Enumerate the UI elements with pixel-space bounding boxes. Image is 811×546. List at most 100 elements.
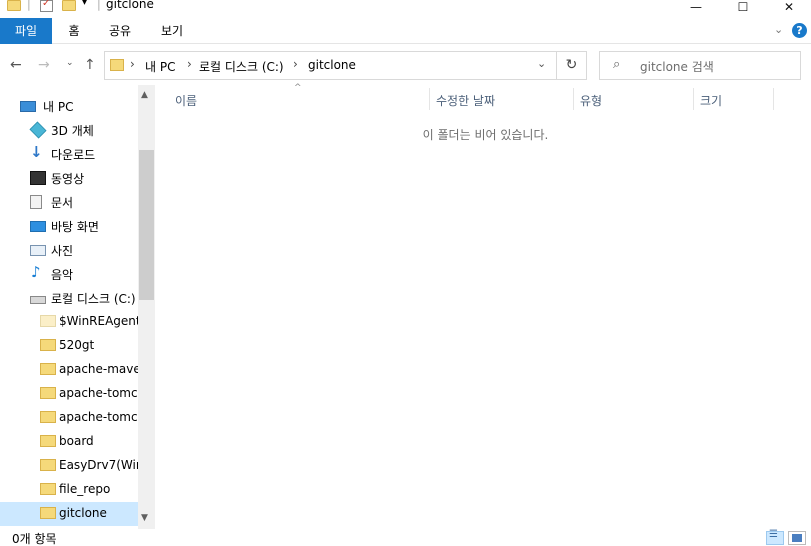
sidebar-item-label: 내 PC (43, 100, 74, 114)
sidebar-item-label: 다운로드 (51, 148, 96, 162)
folder-icon (40, 411, 56, 423)
column-date-modified[interactable]: 수정한 날짜 (430, 85, 572, 111)
scroll-thumb[interactable] (139, 150, 154, 300)
folder-icon (40, 363, 56, 375)
chevron-down-icon[interactable]: ⌄ (537, 57, 546, 70)
scroll-down-arrow[interactable]: ▼ (141, 513, 148, 523)
sidebar-item[interactable]: EasyDrv7(Win1 (0, 454, 138, 478)
title-bar: | ✓ ▾ | gitclone — ☐ ✕ (0, 0, 811, 14)
tab-view[interactable]: 보기 (152, 18, 192, 44)
sidebar-item[interactable]: 내 PC (0, 94, 138, 118)
sidebar-item[interactable]: apache-maven (0, 358, 138, 382)
breadcrumb-local-disk[interactable]: 로컬 디스크 (C:) (199, 58, 284, 75)
recent-locations-icon[interactable]: ⌄ (66, 58, 74, 68)
sidebar-item-label: apache-maven (59, 362, 138, 376)
folder-icon (40, 315, 56, 327)
up-arrow-icon[interactable]: ↑ (84, 57, 96, 73)
folder-icon (7, 0, 21, 11)
sidebar-item[interactable]: ↓ 다운로드 (0, 142, 138, 166)
sidebar-item[interactable]: file_repo (0, 478, 138, 502)
desktop-icon (30, 221, 46, 232)
3d-objects-icon (29, 121, 47, 139)
sidebar-item-label: $WinREAgent (59, 314, 138, 328)
folder-icon (110, 59, 124, 71)
sidebar-item-label: file_repo (59, 482, 111, 496)
sidebar-item[interactable]: ♪ 음악 (0, 262, 138, 286)
customize-qat-icon[interactable]: ▾ (82, 0, 87, 8)
nav-scrollbar[interactable]: ▲ ▼ (138, 85, 155, 529)
download-icon: ↓ (30, 143, 43, 161)
details-view-icon[interactable]: ☰ (766, 529, 784, 545)
address-bar[interactable]: › 내 PC › 로컬 디스크 (C:) › gitclone ⌄ (104, 51, 557, 80)
maximize-button[interactable]: ☐ (720, 0, 766, 14)
separator: | (27, 0, 31, 11)
column-divider[interactable] (773, 88, 774, 110)
folder-icon (40, 459, 56, 471)
sidebar-item-label: apache-tomcat (59, 410, 138, 424)
sidebar-item[interactable]: apache-tomcat (0, 382, 138, 406)
folder-icon (40, 507, 56, 519)
column-name[interactable]: ^ 이름 (160, 83, 428, 111)
sidebar-item-label: gitclone (59, 506, 107, 520)
tab-file[interactable]: 파일 (0, 18, 52, 44)
search-placeholder[interactable]: gitclone 검색 (640, 58, 714, 75)
navigation-bar: ← → ⌄ ↑ › 내 PC › 로컬 디스크 (C:) › gitclone … (0, 45, 811, 85)
refresh-button[interactable]: ↻ (557, 51, 587, 80)
video-icon (30, 171, 46, 185)
new-folder-icon[interactable] (62, 0, 76, 11)
large-icons-view-icon[interactable] (788, 531, 806, 545)
search-box[interactable]: ⌕ gitclone 검색 (599, 51, 801, 80)
chevron-down-icon[interactable]: ⌄ (774, 23, 783, 36)
folder-icon (40, 339, 56, 351)
file-list[interactable]: ^ 이름 수정한 날짜 유형 크기 이 폴더는 비어 있습니다. (160, 83, 811, 529)
sidebar-item-label: 3D 개체 (51, 124, 94, 138)
scroll-up-arrow[interactable]: ▲ (141, 90, 148, 100)
sidebar-item-label: 사진 (51, 244, 74, 258)
ribbon-tabs: 파일 홈 공유 보기 ⌄ ? (0, 18, 811, 44)
sidebar-item-label: 520gt (59, 338, 95, 352)
close-button[interactable]: ✕ (766, 0, 811, 14)
sidebar-item[interactable]: $WinREAgent (0, 310, 138, 334)
pictures-icon (30, 245, 46, 256)
sidebar-item[interactable]: gitclone (0, 502, 138, 526)
folder-icon (40, 387, 56, 399)
sidebar-item-label: EasyDrv7(Win1 (59, 458, 138, 472)
folder-icon (40, 483, 56, 495)
sidebar-item[interactable]: 520gt (0, 334, 138, 358)
column-size[interactable]: 크기 (694, 85, 774, 111)
breadcrumb-separator[interactable]: › (130, 57, 135, 71)
document-icon (30, 195, 42, 209)
sidebar-item[interactable]: apache-tomcat (0, 406, 138, 430)
back-arrow-icon[interactable]: ← (10, 57, 22, 73)
breadcrumb-separator[interactable]: › (293, 57, 298, 71)
sidebar-item[interactable]: 3D 개체 (0, 118, 138, 142)
tab-share[interactable]: 공유 (100, 18, 140, 44)
sidebar-item-label: 동영상 (51, 172, 85, 186)
sort-ascending-icon: ^ (294, 83, 302, 93)
forward-arrow-icon[interactable]: → (38, 57, 50, 73)
sidebar-item-label: 음악 (51, 268, 74, 282)
tab-home[interactable]: 홈 (58, 18, 90, 44)
minimize-button[interactable]: — (673, 0, 719, 14)
sidebar-item-label: 문서 (51, 196, 74, 210)
column-type[interactable]: 유형 (574, 85, 692, 111)
separator: | (97, 0, 101, 11)
sidebar-item-label: board (59, 434, 94, 448)
sidebar-item[interactable]: 동영상 (0, 166, 138, 190)
breadcrumb-my-pc[interactable]: 내 PC (145, 58, 175, 75)
properties-icon[interactable]: ✓ (40, 0, 53, 12)
sidebar-item[interactable]: 사진 (0, 238, 138, 262)
sidebar-item[interactable]: 문서 (0, 190, 138, 214)
item-count: 0개 항목 (12, 532, 57, 546)
sidebar-item-label: 바탕 화면 (51, 220, 99, 234)
sidebar-item[interactable]: board (0, 430, 138, 454)
sidebar-item[interactable]: 바탕 화면 (0, 214, 138, 238)
breadcrumb-gitclone[interactable]: gitclone (308, 58, 356, 72)
navigation-pane: 내 PC 3D 개체 ↓ 다운로드동영상문서바탕 화면사진 ♪ 음악 로컬 디스크 (C:)… (0, 85, 155, 529)
pc-icon (20, 101, 36, 112)
sidebar-item[interactable]: 로컬 디스크 (C:) (0, 286, 138, 310)
sidebar-item-label: apache-tomcat (59, 386, 138, 400)
breadcrumb-separator[interactable]: › (187, 57, 192, 71)
search-icon: ⌕ (613, 57, 621, 72)
help-icon[interactable]: ? (792, 23, 807, 38)
